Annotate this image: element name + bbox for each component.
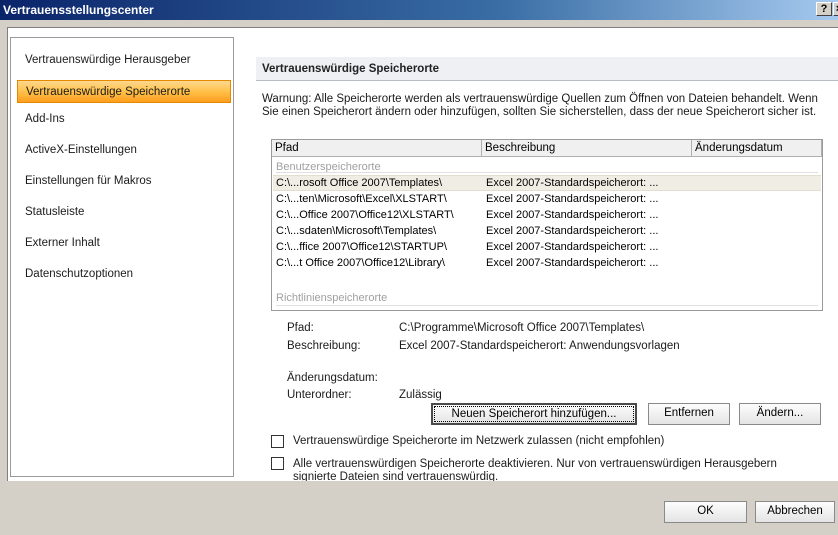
detail-date-label: Änderungsdatum: — [287, 372, 378, 384]
detail-subfolder-value: Zulässig — [399, 389, 442, 401]
group-divider — [276, 305, 818, 306]
sidebar-item-herausgeber[interactable]: Vertrauenswürdige Herausgeber — [25, 54, 191, 66]
close-button[interactable]: × — [833, 2, 838, 16]
table-row[interactable]: C:\...rosoft Office 2007\Templates\ Exce… — [273, 175, 821, 191]
sidebar-item-statusleiste[interactable]: Statusleiste — [25, 206, 84, 218]
row-path: C:\...t Office 2007\Office12\Library\ — [276, 257, 445, 269]
row-path: C:\...Office 2007\Office12\XLSTART\ — [276, 209, 454, 221]
change-button[interactable]: Ändern... — [739, 403, 821, 425]
table-row[interactable]: C:\...ffice 2007\Office12\STARTUP\ Excel… — [273, 240, 821, 256]
dialog-footer: OK Abbrechen — [0, 481, 838, 535]
remove-button[interactable]: Entfernen — [648, 403, 730, 425]
sidebar-item-makros[interactable]: Einstellungen für Makros — [25, 175, 152, 187]
cancel-button[interactable]: Abbrechen — [755, 501, 835, 523]
table-row[interactable]: C:\...Office 2007\Office12\XLSTART\ Exce… — [273, 208, 821, 224]
network-locations-checkbox[interactable] — [271, 435, 284, 448]
ok-button[interactable]: OK — [664, 501, 747, 523]
sidebar-item-add-ins[interactable]: Add-Ins — [25, 113, 65, 125]
column-header-beschreibung[interactable]: Beschreibung — [482, 140, 692, 157]
table-row[interactable]: C:\...ten\Microsoft\Excel\XLSTART\ Excel… — [273, 192, 821, 208]
detail-description-value: Excel 2007-Standardspeicherort: Anwendun… — [399, 340, 680, 352]
sidebar-item-datenschutz[interactable]: Datenschutzoptionen — [25, 268, 133, 280]
window-title: Vertrauensstellungscenter — [3, 3, 154, 17]
row-path: C:\...ten\Microsoft\Excel\XLSTART\ — [276, 193, 447, 205]
sidebar-item-activex[interactable]: ActiveX-Einstellungen — [25, 144, 137, 156]
group-divider — [276, 172, 818, 173]
warning-text: Warnung: Alle Speicherorte werden als ve… — [262, 93, 818, 118]
table-row[interactable]: C:\...sdaten\Microsoft\Templates\ Excel … — [273, 224, 821, 240]
sidebar-item-externer-inhalt[interactable]: Externer Inhalt — [25, 237, 100, 249]
row-description: Excel 2007-Standardspeicherort: ... — [486, 177, 659, 189]
row-description: Excel 2007-Standardspeicherort: ... — [486, 193, 659, 205]
table-row[interactable]: C:\...t Office 2007\Office12\Library\ Ex… — [273, 256, 821, 272]
detail-description-label: Beschreibung: — [287, 340, 361, 352]
disable-all-locations-checkbox[interactable] — [271, 457, 284, 470]
row-path: C:\...ffice 2007\Office12\STARTUP\ — [276, 241, 447, 253]
content-panel: Vertrauenswürdige Speicherorte Warnung: … — [246, 37, 838, 483]
title-bar[interactable]: Vertrauensstellungscenter ? × — [0, 0, 838, 20]
dialog-window: Vertrauensstellungscenter ? × Vertrauens… — [0, 0, 838, 535]
row-description: Excel 2007-Standardspeicherort: ... — [486, 209, 659, 221]
row-path: C:\...rosoft Office 2007\Templates\ — [276, 177, 443, 189]
locations-list[interactable]: Pfad Beschreibung Änderungsdatum Benutze… — [271, 139, 823, 311]
detail-path-label: Pfad: — [287, 322, 314, 334]
row-description: Excel 2007-Standardspeicherort: ... — [486, 241, 659, 253]
group-policy-locations: Richtlinienspeicherorte — [276, 292, 388, 304]
network-locations-label[interactable]: Vertrauenswürdige Speicherorte im Netzwe… — [293, 435, 813, 448]
detail-subfolder-label: Unterordner: — [287, 389, 352, 401]
column-header-pfad[interactable]: Pfad — [272, 140, 482, 157]
row-description: Excel 2007-Standardspeicherort: ... — [486, 225, 659, 237]
section-title: Vertrauenswürdige Speicherorte — [256, 57, 838, 81]
list-header: Pfad Beschreibung Änderungsdatum — [272, 140, 822, 157]
sidebar-item-speicherorte[interactable]: Vertrauenswürdige Speicherorte — [17, 80, 231, 103]
column-header-datum[interactable]: Änderungsdatum — [692, 140, 822, 157]
detail-path-value: C:\Programme\Microsoft Office 2007\Templ… — [399, 322, 645, 334]
row-description: Excel 2007-Standardspeicherort: ... — [486, 257, 659, 269]
sidebar: Vertrauenswürdige Herausgeber Vertrauens… — [10, 37, 234, 477]
add-location-button[interactable]: Neuen Speicherort hinzufügen... — [431, 403, 637, 425]
row-path: C:\...sdaten\Microsoft\Templates\ — [276, 225, 437, 237]
help-button[interactable]: ? — [816, 2, 832, 16]
